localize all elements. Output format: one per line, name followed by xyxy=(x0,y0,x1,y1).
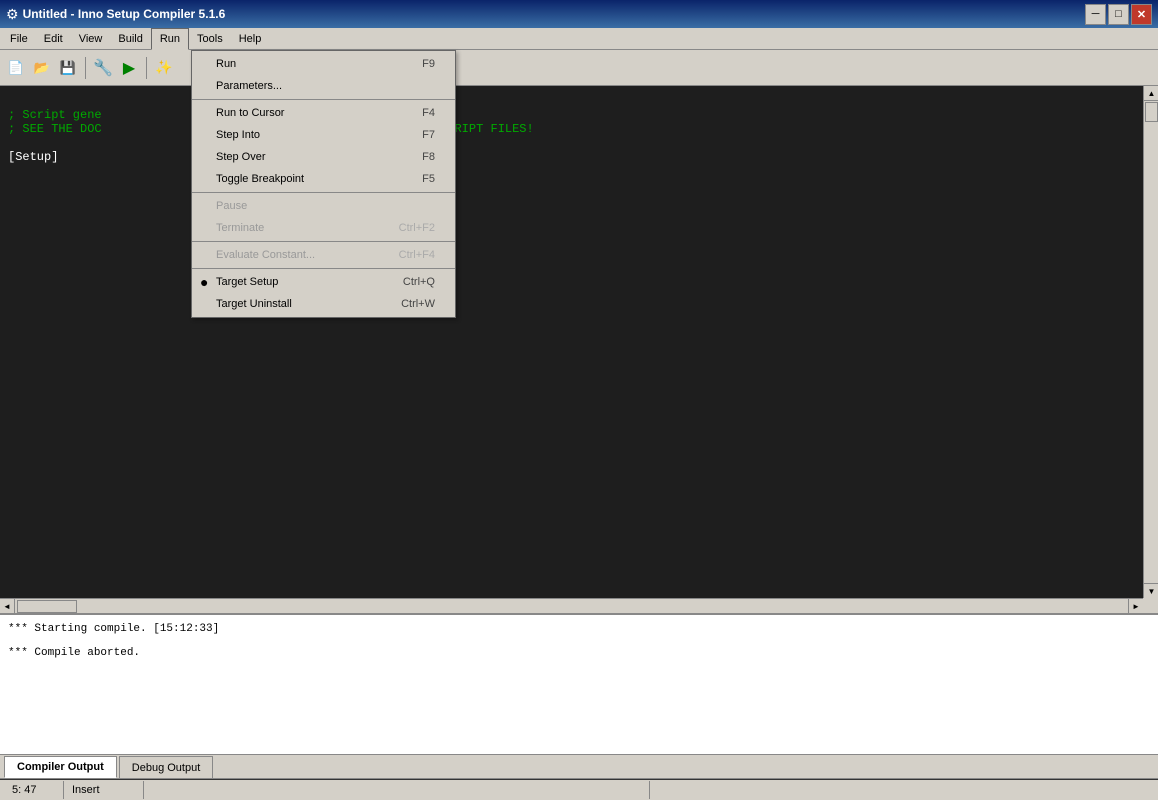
vertical-scrollbar[interactable]: ▲ ▼ xyxy=(1143,86,1158,598)
bullet-icon: ● xyxy=(200,274,208,290)
wizard-button[interactable]: ✨ xyxy=(152,56,176,80)
output-area: *** Starting compile. [15:12:33] *** Com… xyxy=(0,615,1158,754)
new-button[interactable]: 📄 xyxy=(4,56,28,80)
run-menu-group-5: ● Target Setup Ctrl+Q Target Uninstall C… xyxy=(192,269,455,317)
editor-content[interactable]: ; Script gene Script Wizard. ; SEE THE D… xyxy=(0,86,1143,598)
run-menu-terminate: Terminate Ctrl+F2 xyxy=(192,217,455,239)
run-menu-parameters[interactable]: Parameters... xyxy=(192,75,455,97)
run-menu-step-over[interactable]: Step Over F8 xyxy=(192,146,455,168)
run-menu-target-setup[interactable]: ● Target Setup Ctrl+Q xyxy=(192,271,455,293)
minimize-button[interactable]: ─ xyxy=(1085,4,1106,25)
app-icon: ⚙ xyxy=(6,6,19,23)
run-menu-pause: Pause xyxy=(192,195,455,217)
run-menu-group-4: Evaluate Constant... Ctrl+F4 xyxy=(192,242,455,269)
scroll-right-button[interactable]: ► xyxy=(1128,599,1143,614)
run-dropdown-menu: Run F9 Parameters... Run to Cursor F4 St… xyxy=(191,50,456,318)
open-button[interactable]: 📂 xyxy=(30,56,54,80)
menu-tools[interactable]: Tools xyxy=(189,28,231,50)
run-menu-run-to-cursor[interactable]: Run to Cursor F4 xyxy=(192,102,455,124)
run-menu-toggle-breakpoint[interactable]: Toggle Breakpoint F5 xyxy=(192,168,455,190)
scroll-corner xyxy=(1143,598,1158,613)
scroll-thumb-h[interactable] xyxy=(17,600,77,613)
run-menu-group-1: Run F9 Parameters... xyxy=(192,51,455,100)
menu-help[interactable]: Help xyxy=(231,28,270,50)
run-menu-group-3: Pause Terminate Ctrl+F2 xyxy=(192,193,455,242)
menu-run[interactable]: Run xyxy=(151,28,189,50)
scroll-down-button[interactable]: ▼ xyxy=(1144,583,1158,598)
run-menu-group-2: Run to Cursor F4 Step Into F7 Step Over … xyxy=(192,100,455,193)
tab-compiler-output[interactable]: Compiler Output xyxy=(4,756,117,778)
main-area: ; Script gene Script Wizard. ; SEE THE D… xyxy=(0,86,1158,800)
editor-area[interactable]: ; Script gene Script Wizard. ; SEE THE D… xyxy=(0,86,1158,613)
run-menu-target-uninstall[interactable]: Target Uninstall Ctrl+W xyxy=(192,293,455,315)
title-bar: ⚙ Untitled - Inno Setup Compiler 5.1.6 ─… xyxy=(0,0,1158,28)
compile-button[interactable]: 🔧 xyxy=(91,56,115,80)
status-bar: 5: 47 Insert xyxy=(0,778,1158,800)
run-menu-step-into[interactable]: Step Into F7 xyxy=(192,124,455,146)
menu-bar: File Edit View Build Run Tools Help xyxy=(0,28,1158,50)
title-text: Untitled - Inno Setup Compiler 5.1.6 xyxy=(23,7,1085,21)
status-extra xyxy=(144,781,650,799)
scroll-thumb-v[interactable] xyxy=(1145,102,1158,122)
run-button[interactable]: ▶ xyxy=(117,56,141,80)
status-mode: Insert xyxy=(64,781,144,799)
bottom-panel: *** Starting compile. [15:12:33] *** Com… xyxy=(0,613,1158,778)
menu-build[interactable]: Build xyxy=(110,28,150,50)
close-button[interactable]: ✕ xyxy=(1131,4,1152,25)
code-line-1: ; Script gene xyxy=(8,108,102,122)
toolbar-separator-1 xyxy=(85,57,86,79)
code-setup: [Setup] xyxy=(8,150,58,164)
horizontal-scrollbar[interactable]: ◄ ► xyxy=(0,598,1143,613)
code-line-2: ; SEE THE DOC xyxy=(8,122,102,136)
menu-view[interactable]: View xyxy=(71,28,111,50)
status-right xyxy=(650,781,1155,799)
run-menu-evaluate-constant: Evaluate Constant... Ctrl+F4 xyxy=(192,244,455,266)
output-line-1: *** Starting compile. [15:12:33] xyxy=(8,623,1150,635)
toolbar: 📄 📂 💾 🔧 ▶ ✨ xyxy=(0,50,1158,86)
output-line-3: *** Compile aborted. xyxy=(8,647,1150,659)
tab-debug-output[interactable]: Debug Output xyxy=(119,756,214,778)
maximize-button[interactable]: □ xyxy=(1108,4,1129,25)
run-menu-run[interactable]: Run F9 xyxy=(192,53,455,75)
save-button[interactable]: 💾 xyxy=(56,56,80,80)
status-position: 5: 47 xyxy=(4,781,64,799)
menu-file[interactable]: File xyxy=(2,28,36,50)
menu-edit[interactable]: Edit xyxy=(36,28,71,50)
tabs-bar: Compiler Output Debug Output xyxy=(0,754,1158,778)
toolbar-separator-2 xyxy=(146,57,147,79)
title-buttons: ─ □ ✕ xyxy=(1085,4,1152,25)
scroll-left-button[interactable]: ◄ xyxy=(0,599,15,614)
output-line-2 xyxy=(8,635,1150,647)
scroll-up-button[interactable]: ▲ xyxy=(1144,86,1158,101)
